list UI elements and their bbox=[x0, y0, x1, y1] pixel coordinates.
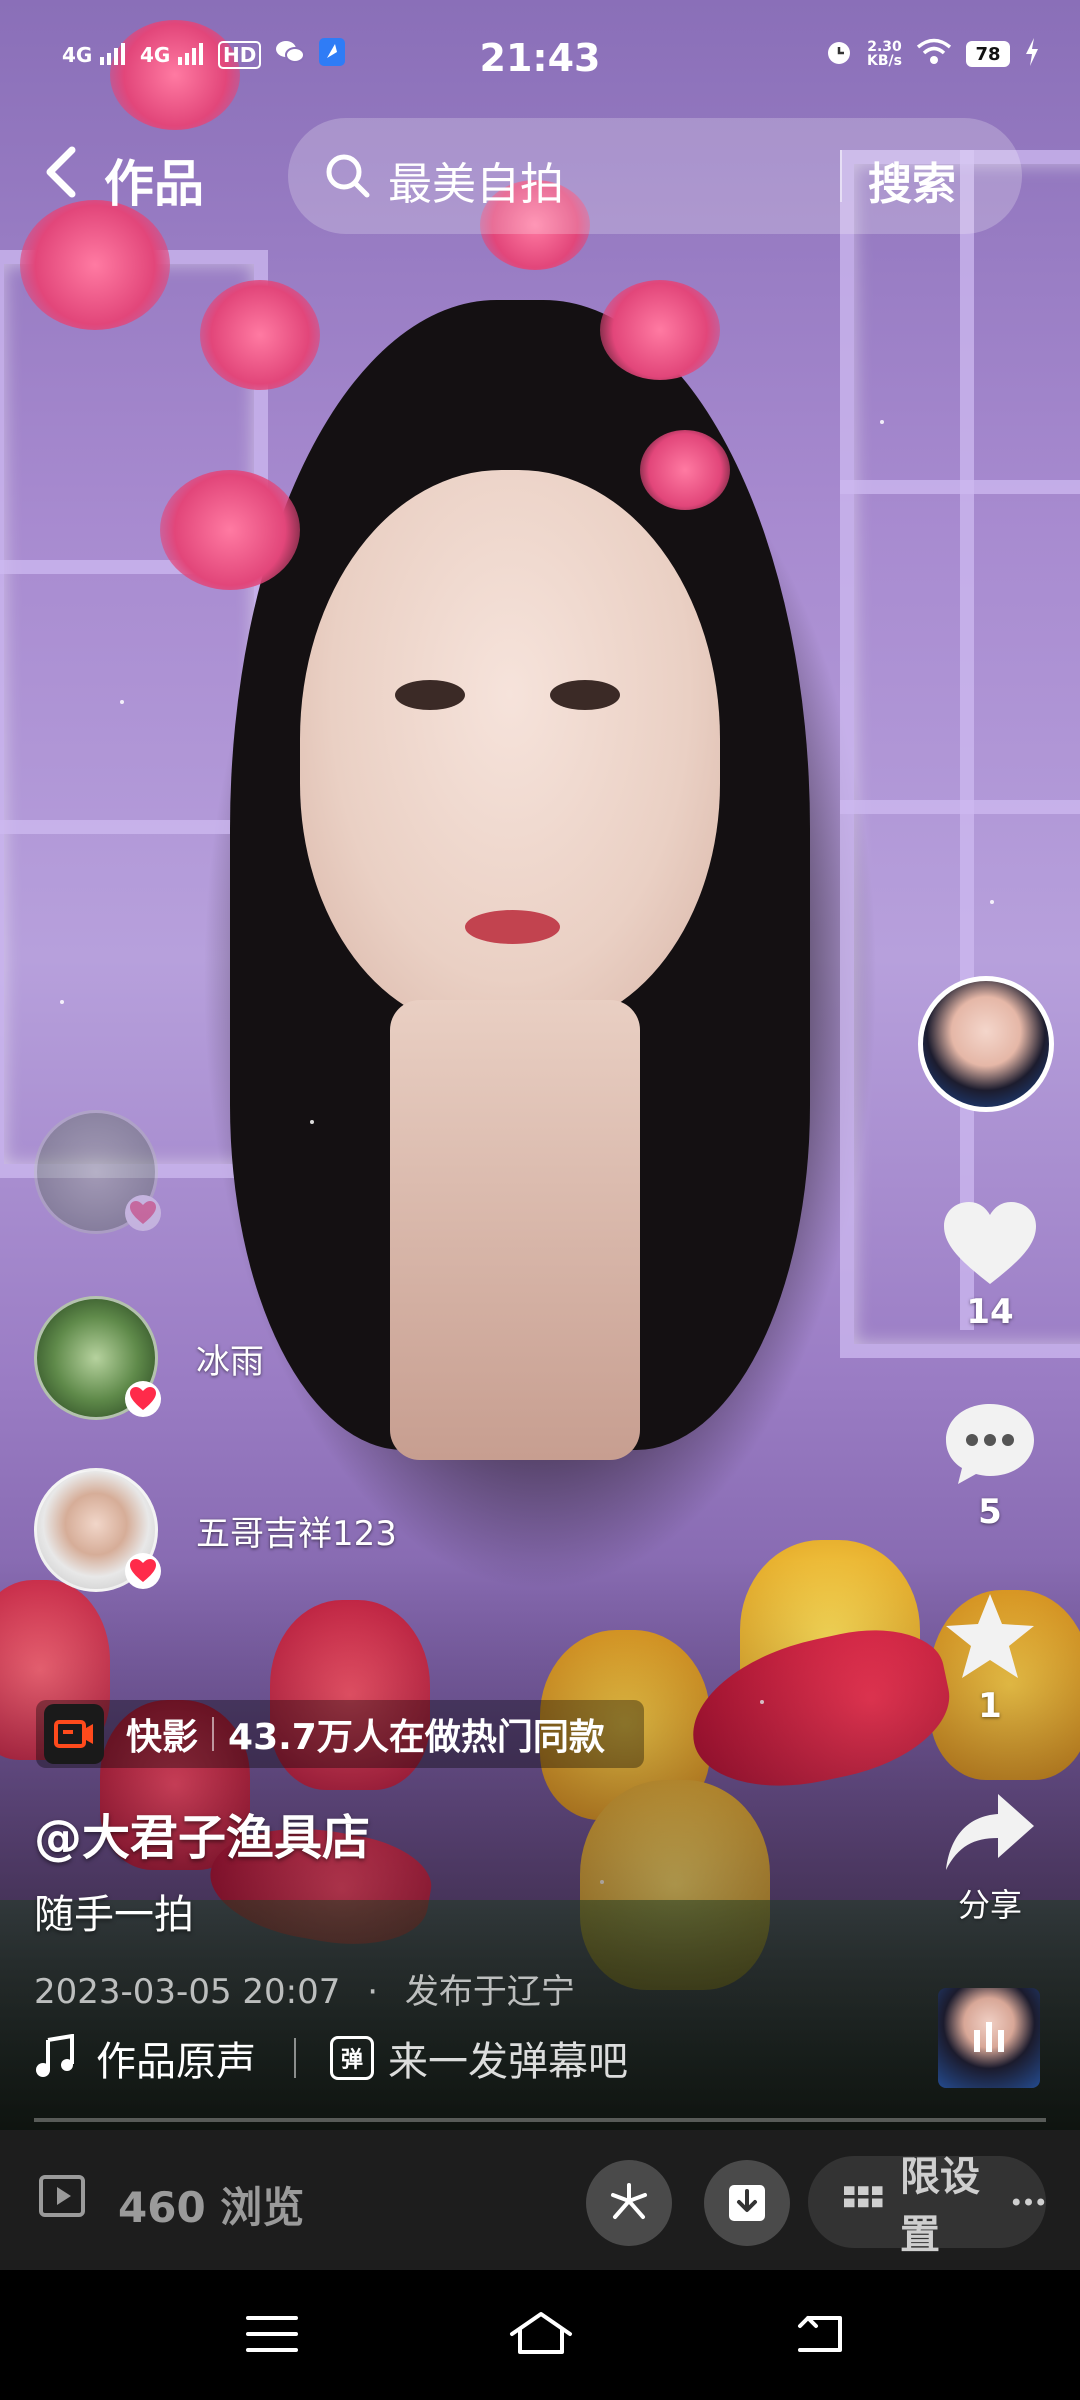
search-input[interactable]: 最美自拍 搜索 bbox=[288, 118, 1022, 234]
sparkle bbox=[120, 700, 124, 704]
post-caption: 随手一拍 bbox=[34, 1892, 194, 1938]
sparkle bbox=[310, 1120, 314, 1124]
star-icon bbox=[946, 1594, 1034, 1678]
heart-icon bbox=[944, 1202, 1036, 1284]
wifi-icon bbox=[916, 38, 952, 70]
blossom bbox=[160, 470, 300, 590]
back-button[interactable] bbox=[38, 142, 90, 202]
comment-button[interactable]: 5 bbox=[920, 1400, 1060, 1532]
search-query: 最美自拍 bbox=[388, 159, 564, 210]
author-avatar[interactable] bbox=[918, 976, 1054, 1112]
divider bbox=[212, 1717, 215, 1751]
window-frame-left bbox=[0, 250, 268, 1178]
kuaiying-logo-icon bbox=[44, 1704, 104, 1764]
effects-button[interactable] bbox=[586, 2160, 672, 2246]
play-icon bbox=[39, 2175, 85, 2217]
eye bbox=[550, 680, 620, 710]
meta-separator: · bbox=[367, 1972, 379, 2012]
settings-button[interactable]: 限设置 bbox=[808, 2154, 1046, 2258]
blossom bbox=[640, 430, 730, 510]
danmu-input[interactable]: 来一发弹幕吧 bbox=[388, 2029, 628, 2087]
battery-icon: 78 bbox=[966, 41, 1010, 67]
sparkle bbox=[60, 1000, 64, 1004]
music-row: 作品原声 弹 来一发弹幕吧 bbox=[34, 2030, 628, 2086]
post-meta: 2023-03-05 20:07 · 发布于辽宁 bbox=[34, 1964, 575, 2013]
kuaiying-promo: 43.7万人在做热门同款 bbox=[228, 1717, 605, 1758]
like-button[interactable]: 14 bbox=[920, 1200, 1060, 1332]
view-count: 460 浏览 bbox=[118, 2183, 305, 2232]
audio-bars-icon bbox=[974, 2022, 1004, 2052]
share-icon bbox=[946, 1794, 1034, 1870]
more-icon bbox=[1012, 2198, 1045, 2206]
kuaiying-brand: 快影 bbox=[126, 1717, 199, 1758]
portrait-face bbox=[300, 470, 720, 1030]
alarm-icon bbox=[825, 38, 853, 70]
page-title: 作品 bbox=[104, 155, 204, 213]
share-label: 分享 bbox=[957, 1886, 1022, 1924]
post-timestamp: 2023-03-05 20:07 bbox=[34, 1972, 341, 2012]
download-icon bbox=[729, 2185, 765, 2221]
favorite-button[interactable]: 1 bbox=[920, 1590, 1060, 1726]
like-count: 14 bbox=[966, 1292, 1014, 1332]
share-button[interactable]: 分享 bbox=[920, 1790, 1060, 1926]
comment-icon bbox=[946, 1404, 1034, 1484]
lips bbox=[465, 910, 560, 944]
comment-count: 5 bbox=[978, 1492, 1002, 1532]
blossom bbox=[200, 280, 320, 390]
download-button[interactable] bbox=[704, 2160, 790, 2246]
neck bbox=[390, 1000, 640, 1460]
heart-icon bbox=[125, 1195, 161, 1231]
home-icon[interactable] bbox=[506, 2308, 576, 2360]
sparkle bbox=[880, 420, 884, 424]
grid-icon bbox=[844, 2186, 883, 2208]
heart-icon bbox=[125, 1381, 161, 1417]
charging-icon bbox=[1024, 38, 1040, 70]
kuaiying-banner[interactable]: 快影 43.7万人在做热门同款 bbox=[36, 1700, 644, 1768]
liker-name: 冰雨 bbox=[196, 1342, 264, 1382]
bottom-bar: 460 浏览 限设置 bbox=[0, 2130, 1080, 2270]
window-bar bbox=[960, 150, 974, 1330]
settings-label: 限设置 bbox=[900, 2154, 980, 2258]
music-title[interactable]: 作品原声 bbox=[96, 2029, 256, 2087]
liker-name: 五哥吉祥123 bbox=[196, 1514, 397, 1554]
eye bbox=[395, 680, 465, 710]
network-speed: 2.30 KB/s bbox=[867, 39, 902, 69]
divider bbox=[294, 2038, 296, 2078]
blossom bbox=[600, 280, 720, 380]
search-icon bbox=[326, 154, 370, 198]
music-note-icon[interactable] bbox=[34, 2033, 74, 2082]
menu-icon[interactable] bbox=[242, 2308, 302, 2360]
search-button[interactable]: 搜索 bbox=[868, 148, 956, 212]
system-navigation bbox=[0, 2270, 1080, 2400]
music-thumbnail[interactable] bbox=[938, 1988, 1040, 2088]
sparkle bbox=[990, 900, 994, 904]
status-bar: 4G 4G HD 21:43 2.30 KB/s 78 bbox=[0, 0, 1080, 110]
search-header: 作品 最美自拍 搜索 bbox=[0, 118, 1080, 238]
heart-icon bbox=[125, 1553, 161, 1589]
progress-track[interactable] bbox=[34, 2118, 1046, 2122]
post-location: 发布于辽宁 bbox=[404, 1972, 575, 2012]
author-name[interactable]: @大君子渔具店 bbox=[34, 1798, 370, 1868]
chevron-left-icon bbox=[46, 146, 76, 198]
favorite-count: 1 bbox=[978, 1686, 1002, 1726]
sparkle-icon bbox=[611, 2183, 647, 2219]
window-bar bbox=[0, 820, 240, 834]
danmu-icon[interactable]: 弹 bbox=[330, 2036, 374, 2080]
back-nav-icon[interactable] bbox=[790, 2308, 850, 2360]
search-divider bbox=[840, 150, 842, 202]
